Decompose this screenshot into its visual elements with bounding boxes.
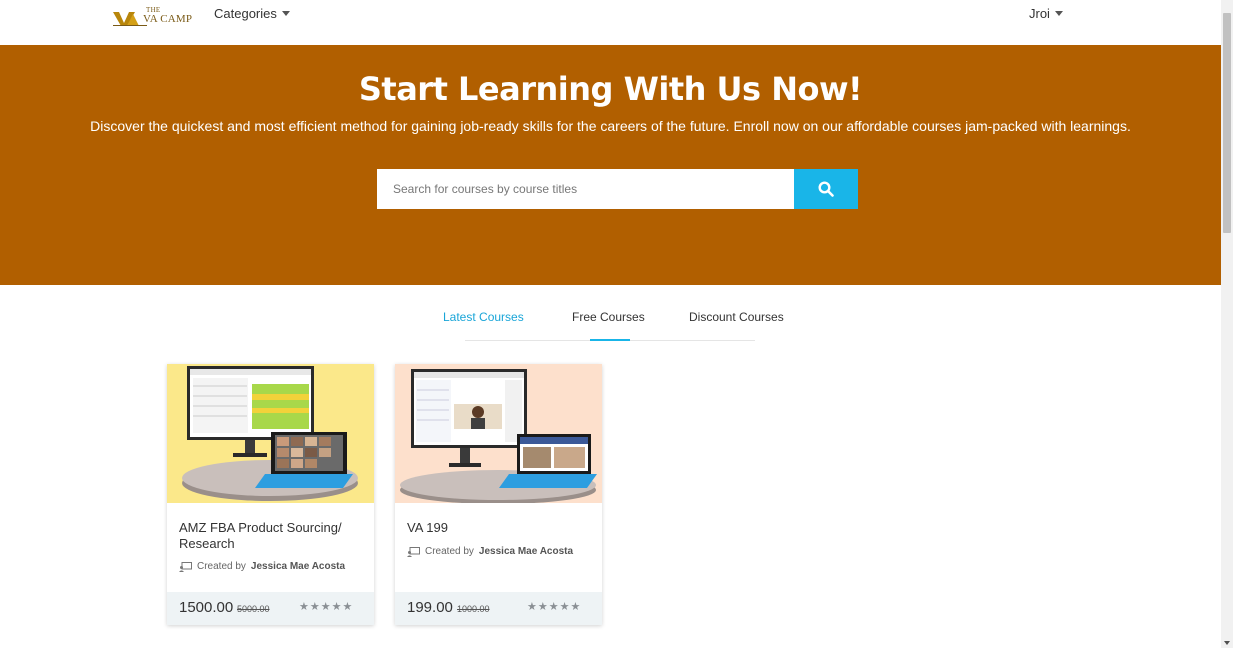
- tab-free-courses[interactable]: Free Courses: [572, 310, 645, 324]
- course-card[interactable]: AMZ FBA Product Sourcing/ Research Creat…: [167, 364, 374, 625]
- star-icon: ★: [342, 601, 353, 613]
- course-price-footer: 1500.00 5000.00 ★ ★ ★ ★ ★: [167, 592, 374, 625]
- course-thumbnail-image: [167, 364, 374, 503]
- chevron-down-icon: [1054, 11, 1063, 16]
- search-button[interactable]: [794, 169, 858, 209]
- course-price-footer: 199.00 1000.00 ★ ★ ★ ★ ★: [395, 592, 602, 625]
- course-thumbnail-image: [395, 364, 602, 503]
- star-icon: ★: [570, 601, 581, 613]
- hero-subtitle: Discover the quickest and most efficient…: [90, 118, 1131, 134]
- course-creator: Created by Jessica Mae Acosta: [407, 546, 573, 557]
- page-scrollbar[interactable]: [1221, 0, 1233, 648]
- course-search-bar: [377, 169, 858, 209]
- site-logo[interactable]: THE VA CAMP: [113, 6, 193, 28]
- logo-name-text: VA CAMP: [143, 13, 193, 25]
- creator-prefix: Created by: [425, 546, 474, 557]
- tab-latest-courses[interactable]: Latest Courses: [443, 310, 524, 324]
- course-thumbnail: [167, 364, 374, 503]
- course-thumbnail: [395, 364, 602, 503]
- scrollbar-thumb[interactable]: [1223, 13, 1231, 233]
- star-icon: ★: [320, 601, 331, 613]
- user-menu[interactable]: Jroi: [1029, 6, 1063, 21]
- top-navbar: THE VA CAMP Categories Jroi: [0, 0, 1221, 45]
- course-title[interactable]: AMZ FBA Product Sourcing/ Research: [179, 520, 359, 552]
- categories-dropdown[interactable]: Categories: [214, 6, 290, 21]
- categories-label: Categories: [214, 6, 277, 21]
- course-price: 199.00: [407, 599, 453, 616]
- course-price: 1500.00: [179, 599, 234, 616]
- chevron-down-icon: [281, 11, 290, 16]
- course-card[interactable]: VA 199 Created by Jessica Mae Acosta 199…: [395, 364, 602, 625]
- tab-discount-courses[interactable]: Discount Courses: [689, 310, 784, 324]
- star-icon: ★: [559, 601, 570, 613]
- star-icon: ★: [309, 601, 320, 613]
- creator-name: Jessica Mae Acosta: [250, 561, 346, 572]
- star-icon: ★: [527, 601, 537, 613]
- hero-banner: Start Learning With Us Now! Discover the…: [0, 45, 1221, 285]
- course-old-price: 1000.00: [457, 604, 490, 614]
- star-icon: ★: [537, 601, 548, 613]
- search-icon: [818, 181, 834, 197]
- scroll-down-arrow-icon[interactable]: [1224, 641, 1230, 645]
- creator-name: Jessica Mae Acosta: [478, 546, 574, 557]
- course-creator: Created by Jessica Mae Acosta: [179, 561, 345, 572]
- course-old-price: 5000.00: [237, 604, 270, 614]
- active-tab-indicator: [590, 339, 630, 341]
- course-rating: ★ ★ ★ ★ ★: [299, 601, 352, 613]
- search-input[interactable]: [377, 169, 794, 209]
- star-icon: ★: [299, 601, 309, 613]
- star-icon: ★: [331, 601, 342, 613]
- hero-title: Start Learning With Us Now!: [358, 70, 863, 108]
- user-name-label: Jroi: [1029, 6, 1050, 21]
- logo-mark-icon: [113, 12, 147, 26]
- star-icon: ★: [548, 601, 559, 613]
- instructor-icon: [179, 561, 192, 572]
- course-tabs: Latest Courses Free Courses Discount Cou…: [420, 303, 800, 343]
- course-title[interactable]: VA 199: [407, 520, 587, 536]
- course-rating: ★ ★ ★ ★ ★: [527, 601, 580, 613]
- creator-prefix: Created by: [197, 561, 246, 572]
- instructor-icon: [407, 546, 420, 557]
